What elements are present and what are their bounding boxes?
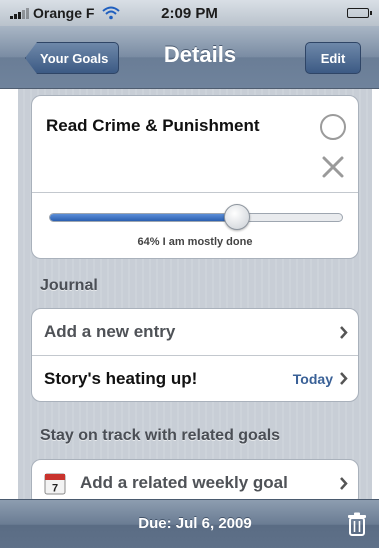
- battery-icon: [347, 8, 372, 18]
- edit-button-label: Edit: [320, 50, 346, 66]
- calendar-icon: 7: [44, 473, 66, 495]
- goal-divider: [32, 192, 358, 193]
- chevron-right-icon: [340, 325, 348, 339]
- journal-group: Add a new entry Story's heating up! Toda…: [31, 308, 359, 402]
- details-content[interactable]: Read Crime & Punishment 64% I am mostly …: [18, 89, 372, 499]
- journal-entry-row[interactable]: Story's heating up! Today: [32, 355, 358, 401]
- add-journal-entry-row[interactable]: Add a new entry: [32, 309, 358, 355]
- add-journal-entry-label: Add a new entry: [44, 322, 176, 341]
- delete-goal-x-icon[interactable]: [320, 154, 346, 180]
- related-goals-group: 7 Add a related weekly goal: [31, 459, 359, 499]
- wifi-icon: [102, 6, 121, 20]
- signal-strength-icon: [10, 7, 29, 19]
- edit-button[interactable]: Edit: [305, 42, 361, 74]
- phone-screen: Orange F 2:09 PM Your Goals Details Edit…: [0, 0, 379, 548]
- carrier-name: Orange F: [33, 5, 95, 21]
- calendar-day: 7: [52, 483, 58, 495]
- navigation-bar: Your Goals Details Edit: [0, 26, 379, 89]
- bottom-toolbar: Due: Jul 6, 2009: [0, 499, 379, 548]
- add-related-goal-label: Add a related weekly goal: [80, 473, 288, 492]
- progress-label: 64% I am mostly done: [137, 236, 253, 248]
- back-button[interactable]: Your Goals: [25, 42, 120, 74]
- back-button-label: Your Goals: [40, 50, 109, 66]
- due-date-label: Due: Jul 6, 2009: [138, 515, 252, 532]
- journal-entry-date: Today: [292, 370, 333, 387]
- complete-goal-circle-icon[interactable]: [320, 114, 346, 140]
- chevron-right-icon: [340, 476, 348, 490]
- status-bar: Orange F 2:09 PM: [0, 0, 379, 26]
- journal-header: Journal: [40, 277, 98, 294]
- journal-entry-title: Story's heating up!: [44, 368, 198, 388]
- progress-slider-fill: [50, 214, 237, 221]
- page-title: Details: [163, 42, 237, 67]
- related-goals-header: Stay on track with related goals: [40, 427, 281, 444]
- chevron-right-icon: [340, 372, 348, 385]
- progress-slider-knob[interactable]: [224, 204, 251, 230]
- add-related-goal-row[interactable]: 7 Add a related weekly goal: [32, 460, 358, 499]
- progress-slider-track[interactable]: [49, 213, 343, 222]
- goal-card: Read Crime & Punishment 64% I am mostly …: [31, 95, 359, 259]
- goal-title: Read Crime & Punishment: [46, 116, 260, 135]
- trash-icon[interactable]: [347, 512, 367, 536]
